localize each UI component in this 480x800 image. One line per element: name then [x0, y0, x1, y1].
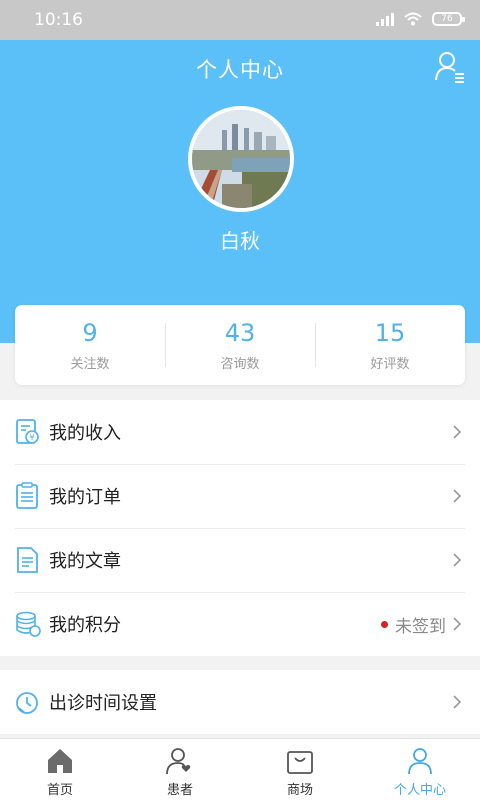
- svg-text:¥: ¥: [29, 433, 34, 442]
- menu-label: 我的订单: [49, 487, 121, 508]
- stat-good-reviews[interactable]: 15 好评数: [315, 305, 465, 385]
- tab-label: 患者: [166, 783, 193, 798]
- patient-icon: [166, 748, 191, 775]
- tab-patients[interactable]: 患者: [120, 739, 240, 800]
- tab-label: 个人中心: [393, 783, 446, 798]
- avatar-image: [192, 110, 290, 208]
- menu-label: 我的收入: [49, 423, 121, 444]
- battery-icon: 76: [432, 12, 465, 26]
- tab-label: 首页: [46, 783, 73, 798]
- stat-value: 15: [374, 319, 406, 347]
- status-time: 10:16: [34, 10, 83, 30]
- stat-value: 9: [82, 319, 98, 347]
- checkin-status: 未签到: [395, 616, 446, 637]
- tab-profile[interactable]: 个人中心: [360, 739, 480, 800]
- status-icons: 76: [376, 12, 465, 26]
- menu-group-settings: 出诊时间设置: [0, 670, 480, 734]
- chevron-right-icon: [453, 425, 462, 439]
- orders-icon: [16, 482, 38, 509]
- chevron-right-icon: [453, 489, 462, 503]
- shopping-bag-icon: [287, 751, 313, 774]
- menu-item-articles[interactable]: 我的文章: [0, 528, 480, 592]
- unread-dot: [381, 620, 388, 628]
- chevron-right-icon: [453, 617, 462, 631]
- bottom-tab-bar: 首页 患者 商场 个人中心: [0, 738, 480, 800]
- menu-item-points[interactable]: 我的积分 未签到: [0, 592, 480, 656]
- stat-value: 43: [224, 319, 256, 347]
- tab-home[interactable]: 首页: [0, 739, 120, 800]
- chevron-right-icon: [453, 695, 462, 709]
- wifi-icon: [404, 12, 422, 26]
- income-icon: ¥: [16, 419, 39, 444]
- signal-icon: [376, 12, 394, 26]
- stat-label: 关注数: [70, 357, 110, 372]
- menu-right: [452, 488, 462, 504]
- chevron-right-icon: [453, 553, 462, 567]
- clock-schedule-icon: [16, 692, 38, 714]
- menu-item-orders[interactable]: 我的订单: [0, 464, 480, 528]
- menu-right: 未签到: [381, 612, 462, 637]
- menu-label: 我的文章: [49, 551, 121, 572]
- menu-right: [452, 424, 462, 440]
- menu-group-main: ¥ 我的收入 我的订单 我的文章 我的积分 未签到: [0, 400, 480, 656]
- status-bar: 10:16 76: [0, 0, 480, 40]
- user-name: 白秋: [220, 229, 260, 253]
- points-icon: [16, 611, 41, 637]
- stat-label: 好评数: [370, 357, 410, 372]
- tab-label: 商场: [286, 783, 313, 798]
- stat-label: 咨询数: [220, 357, 260, 372]
- home-icon: [48, 749, 72, 773]
- articles-icon: [17, 547, 38, 573]
- menu-item-income[interactable]: ¥ 我的收入: [0, 400, 480, 464]
- avatar[interactable]: [188, 106, 294, 212]
- tab-mall[interactable]: 商场: [240, 739, 360, 800]
- user-list-icon[interactable]: [434, 50, 466, 84]
- stats-card: 9 关注数 43 咨询数 15 好评数: [15, 305, 465, 385]
- page-title: 个人中心: [196, 58, 284, 82]
- stat-following[interactable]: 9 关注数: [15, 305, 165, 385]
- menu-item-schedule[interactable]: 出诊时间设置: [0, 670, 480, 734]
- menu-right: [452, 552, 462, 568]
- user-icon: [408, 748, 432, 775]
- profile-header: 个人中心 白秋: [0, 40, 480, 343]
- menu-right: [452, 694, 462, 710]
- stat-consultations[interactable]: 43 咨询数: [165, 305, 315, 385]
- menu-label: 我的积分: [49, 615, 121, 636]
- menu-label: 出诊时间设置: [49, 693, 157, 714]
